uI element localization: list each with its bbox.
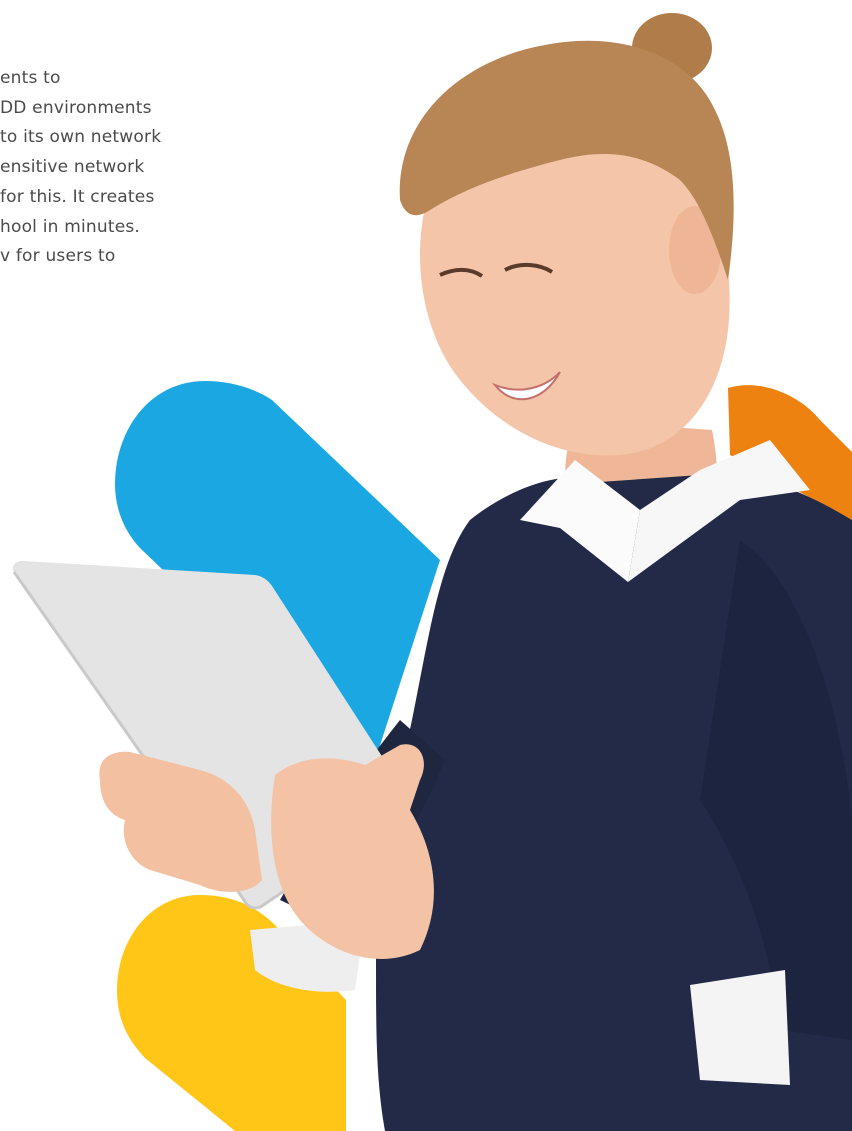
paragraph-line: to its own network — [0, 127, 162, 148]
right-cuff — [690, 970, 790, 1085]
paragraph-line: for this. It creates — [0, 186, 155, 207]
paragraph-line: v for users to — [0, 246, 116, 267]
paragraph-line: DD environments — [0, 97, 152, 118]
page: { "text_lines": [ "ents to", "DD environ… — [0, 0, 852, 1131]
intro-paragraph: ents to DD environments to its own netwo… — [0, 64, 260, 272]
paragraph-line: ensitive network — [0, 157, 145, 178]
paragraph-line: ents to — [0, 68, 61, 88]
paragraph-line: hool in minutes. — [0, 216, 141, 237]
